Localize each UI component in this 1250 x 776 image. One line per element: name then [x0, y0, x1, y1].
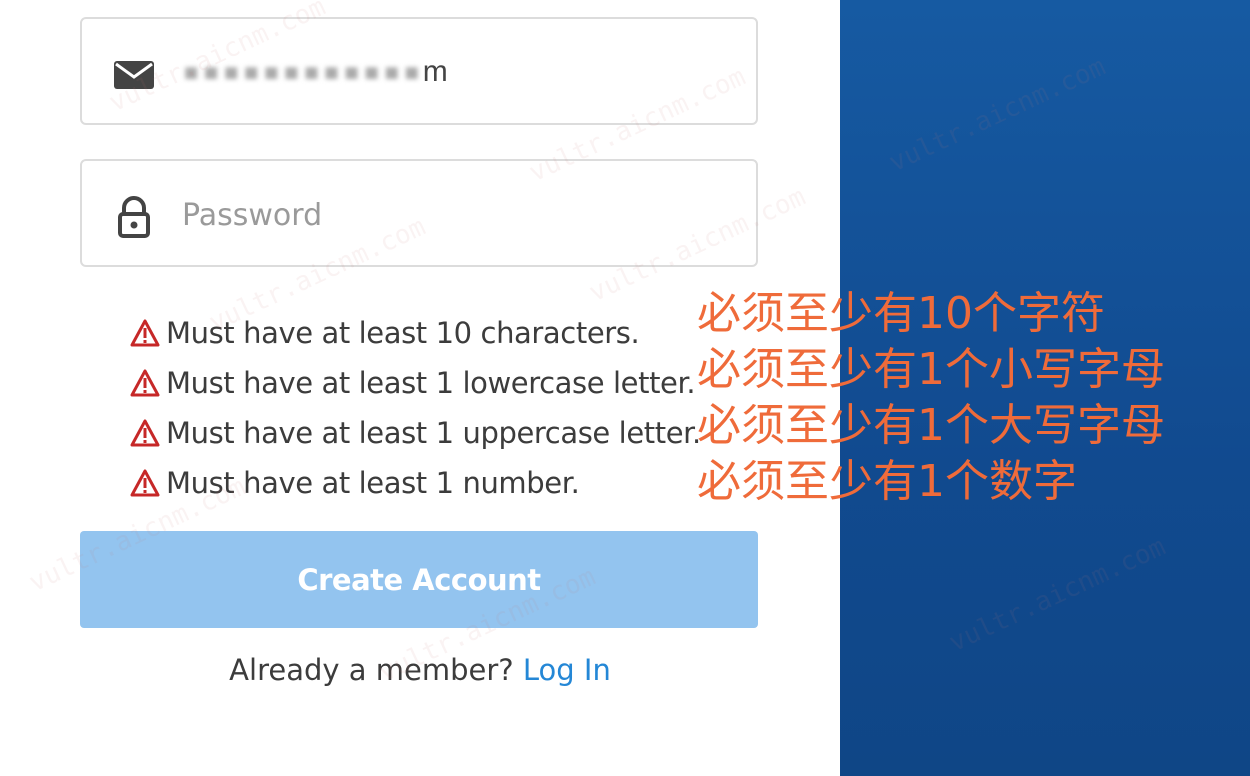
password-field[interactable]: [80, 159, 758, 267]
email-value[interactable]: ▪▪▪▪▪▪▪▪▪▪▪▪m: [182, 54, 450, 89]
requirement-item: Must have at least 10 characters.: [130, 308, 701, 358]
warning-icon: [130, 419, 160, 447]
requirement-text: Must have at least 10 characters.: [166, 316, 640, 350]
requirement-text: Must have at least 1 number.: [166, 466, 580, 500]
annotation-text: 必须至少有1个大写字母: [697, 400, 1165, 451]
create-account-button[interactable]: Create Account: [80, 531, 758, 628]
email-field[interactable]: ▪▪▪▪▪▪▪▪▪▪▪▪m: [80, 17, 758, 125]
warning-icon: [130, 369, 160, 397]
lock-icon: [118, 196, 150, 238]
annotation-text: 必须至少有10个字符: [697, 288, 1105, 339]
requirement-text: Must have at least 1 lowercase letter.: [166, 366, 696, 400]
annotation-text: 必须至少有1个数字: [697, 456, 1077, 507]
requirement-item: Must have at least 1 number.: [130, 458, 701, 508]
login-prompt: Already a member? Log In: [0, 653, 840, 687]
email-visible-suffix: m: [422, 55, 450, 88]
requirement-item: Must have at least 1 lowercase letter.: [130, 358, 701, 408]
password-requirements: Must have at least 10 characters. Must h…: [130, 308, 701, 508]
login-link[interactable]: Log In: [523, 653, 611, 687]
password-input[interactable]: [180, 191, 724, 239]
warning-icon: [130, 319, 160, 347]
email-redacted: ▪▪▪▪▪▪▪▪▪▪▪▪: [182, 54, 423, 89]
chinese-annotations: 必须至少有10个字符 必须至少有1个小写字母 必须至少有1个大写字母 必须至少有…: [697, 286, 1165, 510]
requirement-item: Must have at least 1 uppercase letter.: [130, 408, 701, 458]
member-text: Already a member?: [229, 653, 514, 687]
envelope-icon: [114, 61, 154, 89]
warning-icon: [130, 469, 160, 497]
requirement-text: Must have at least 1 uppercase letter.: [166, 416, 701, 450]
annotation-text: 必须至少有1个小写字母: [697, 344, 1165, 395]
